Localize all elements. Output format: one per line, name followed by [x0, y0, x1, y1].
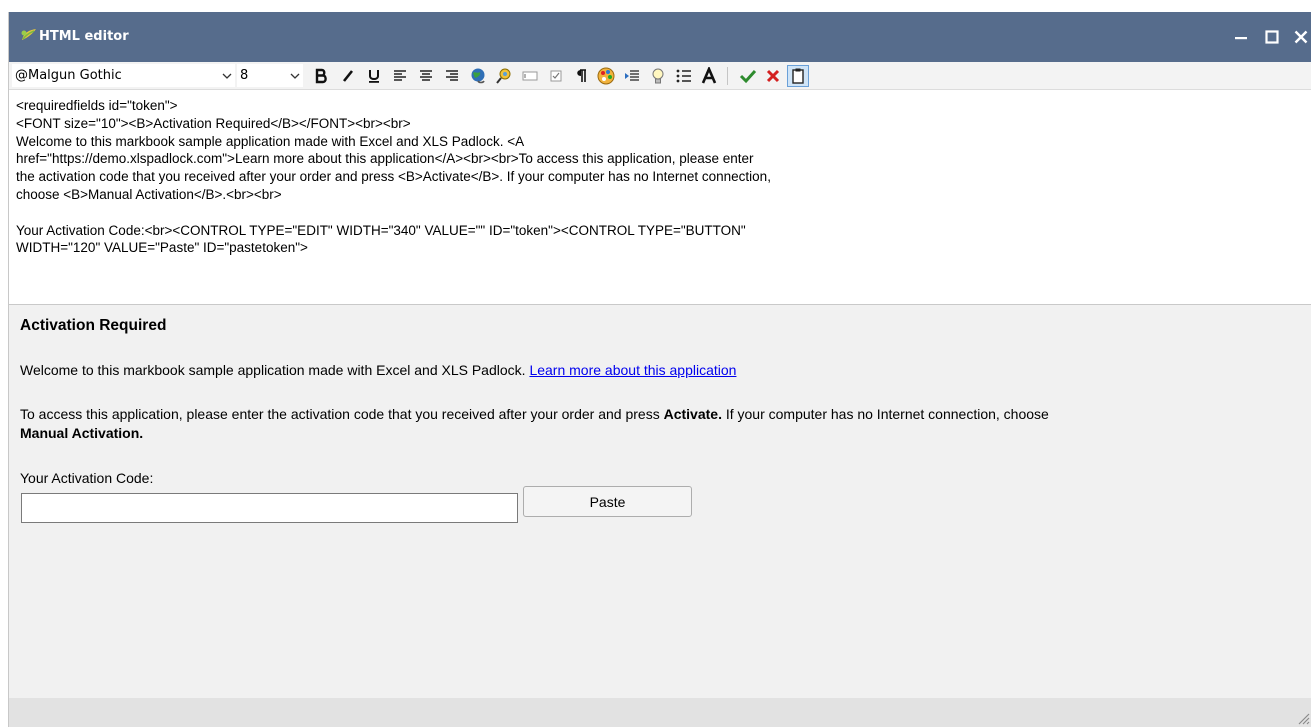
resize-grip-icon[interactable] [1296, 711, 1310, 725]
underline-button[interactable] [363, 65, 385, 87]
source-line: the activation code that you received af… [16, 169, 771, 185]
indent-icon [625, 70, 639, 81]
indent-button[interactable] [621, 65, 643, 87]
lightbulb-button[interactable] [647, 65, 669, 87]
preview-access-paragraph: To access this application, please enter… [20, 405, 1311, 443]
font-size-value: 8 [240, 68, 249, 83]
maximize-button[interactable] [1261, 26, 1283, 48]
align-right-button[interactable] [441, 65, 463, 87]
desktop-edge [0, 0, 8, 727]
paste-button[interactable]: Paste [523, 486, 692, 517]
italic-icon [342, 70, 354, 82]
source-line: href="https://demo.xlspadlock.com">Learn… [16, 151, 754, 167]
paragraph-icon [577, 69, 586, 82]
align-left-button[interactable] [389, 65, 411, 87]
font-a-icon [701, 67, 717, 84]
preview-activate-bold: Activate. [663, 406, 722, 422]
preview-welcome-paragraph: Welcome to this markbook sample applicat… [20, 362, 736, 378]
reject-button[interactable] [762, 65, 784, 87]
source-line: choose <B>Manual Activation</B>.<br><br> [16, 186, 282, 202]
html-source-text: <requiredfields id="token"> <FONT size="… [16, 97, 771, 257]
chevron-down-icon [288, 73, 302, 79]
align-center-button[interactable] [415, 65, 437, 87]
learn-more-link[interactable]: Learn more about this application [529, 362, 736, 378]
clipboard-icon [792, 68, 804, 84]
html-preview-pane: Activation Required Welcome to this mark… [9, 305, 1311, 698]
bold-button[interactable] [310, 65, 332, 87]
insert-edit-control-button[interactable] [519, 65, 541, 87]
source-line: WIDTH="120" VALUE="Paste" ID="pastetoken… [16, 240, 308, 256]
align-center-icon [420, 70, 432, 81]
align-left-icon [394, 70, 406, 81]
close-button[interactable] [1290, 26, 1311, 48]
source-line: Welcome to this markbook sample applicat… [16, 133, 525, 149]
font-name-select[interactable]: @Malgun Gothic [12, 64, 235, 87]
paragraph-button[interactable] [570, 65, 592, 87]
preview-manual-activation-bold: Manual Activation. [20, 425, 144, 441]
source-line: Your Activation Code:<br><CONTROL TYPE="… [16, 222, 746, 238]
html-editor-window: HTML editor @Malgun Gothic 8 <requiredfi… [8, 12, 1311, 727]
minimize-icon [1235, 37, 1247, 40]
checkmark-icon [739, 69, 757, 84]
font-size-select[interactable]: 8 [237, 64, 303, 87]
chevron-down-icon [220, 73, 234, 79]
align-right-icon [446, 70, 458, 81]
bullet-list-button[interactable] [673, 65, 695, 87]
image-search-icon [496, 68, 511, 84]
font-name-value: @Malgun Gothic [15, 68, 122, 83]
html-source-editor[interactable]: <requiredfields id="token"> <FONT size="… [9, 90, 1311, 305]
insert-link-button[interactable] [467, 65, 489, 87]
italic-button[interactable] [337, 65, 359, 87]
preview-heading: Activation Required [20, 317, 167, 334]
activation-code-input[interactable] [21, 493, 518, 523]
preview-welcome-text: Welcome to this markbook sample applicat… [20, 362, 530, 378]
title-bar[interactable]: HTML editor [9, 12, 1311, 62]
x-icon [766, 69, 780, 83]
status-bar [9, 698, 1311, 727]
palette-icon [597, 67, 615, 85]
checkbox-icon [550, 70, 562, 82]
bullet-list-icon [676, 69, 691, 83]
activation-code-label: Your Activation Code: [20, 470, 154, 486]
preview-access-text: To access this application, please enter… [20, 406, 664, 422]
app-icon [21, 29, 36, 40]
text-style-button[interactable] [698, 65, 720, 87]
insert-image-button[interactable] [493, 65, 515, 87]
preview-access-text-2: If your computer has no Internet connect… [721, 406, 1049, 422]
bold-icon [315, 68, 327, 84]
source-line: <requiredfields id="token"> [16, 98, 178, 113]
minimize-button[interactable] [1230, 26, 1252, 48]
clipboard-button[interactable] [787, 65, 809, 87]
textbox-icon [522, 71, 538, 81]
toolbar-separator [727, 67, 728, 85]
lightbulb-icon [652, 68, 664, 84]
window-title: HTML editor [39, 29, 129, 44]
accept-button[interactable] [737, 65, 759, 87]
close-icon [1294, 30, 1308, 44]
source-line: <FONT size="10"><B>Activation Required</… [16, 115, 411, 131]
globe-link-icon [471, 68, 485, 84]
color-palette-button[interactable] [595, 65, 617, 87]
formatting-toolbar: @Malgun Gothic 8 [9, 62, 1311, 90]
underline-icon [369, 70, 379, 83]
maximize-icon [1265, 30, 1279, 44]
insert-checkbox-button[interactable] [545, 65, 567, 87]
